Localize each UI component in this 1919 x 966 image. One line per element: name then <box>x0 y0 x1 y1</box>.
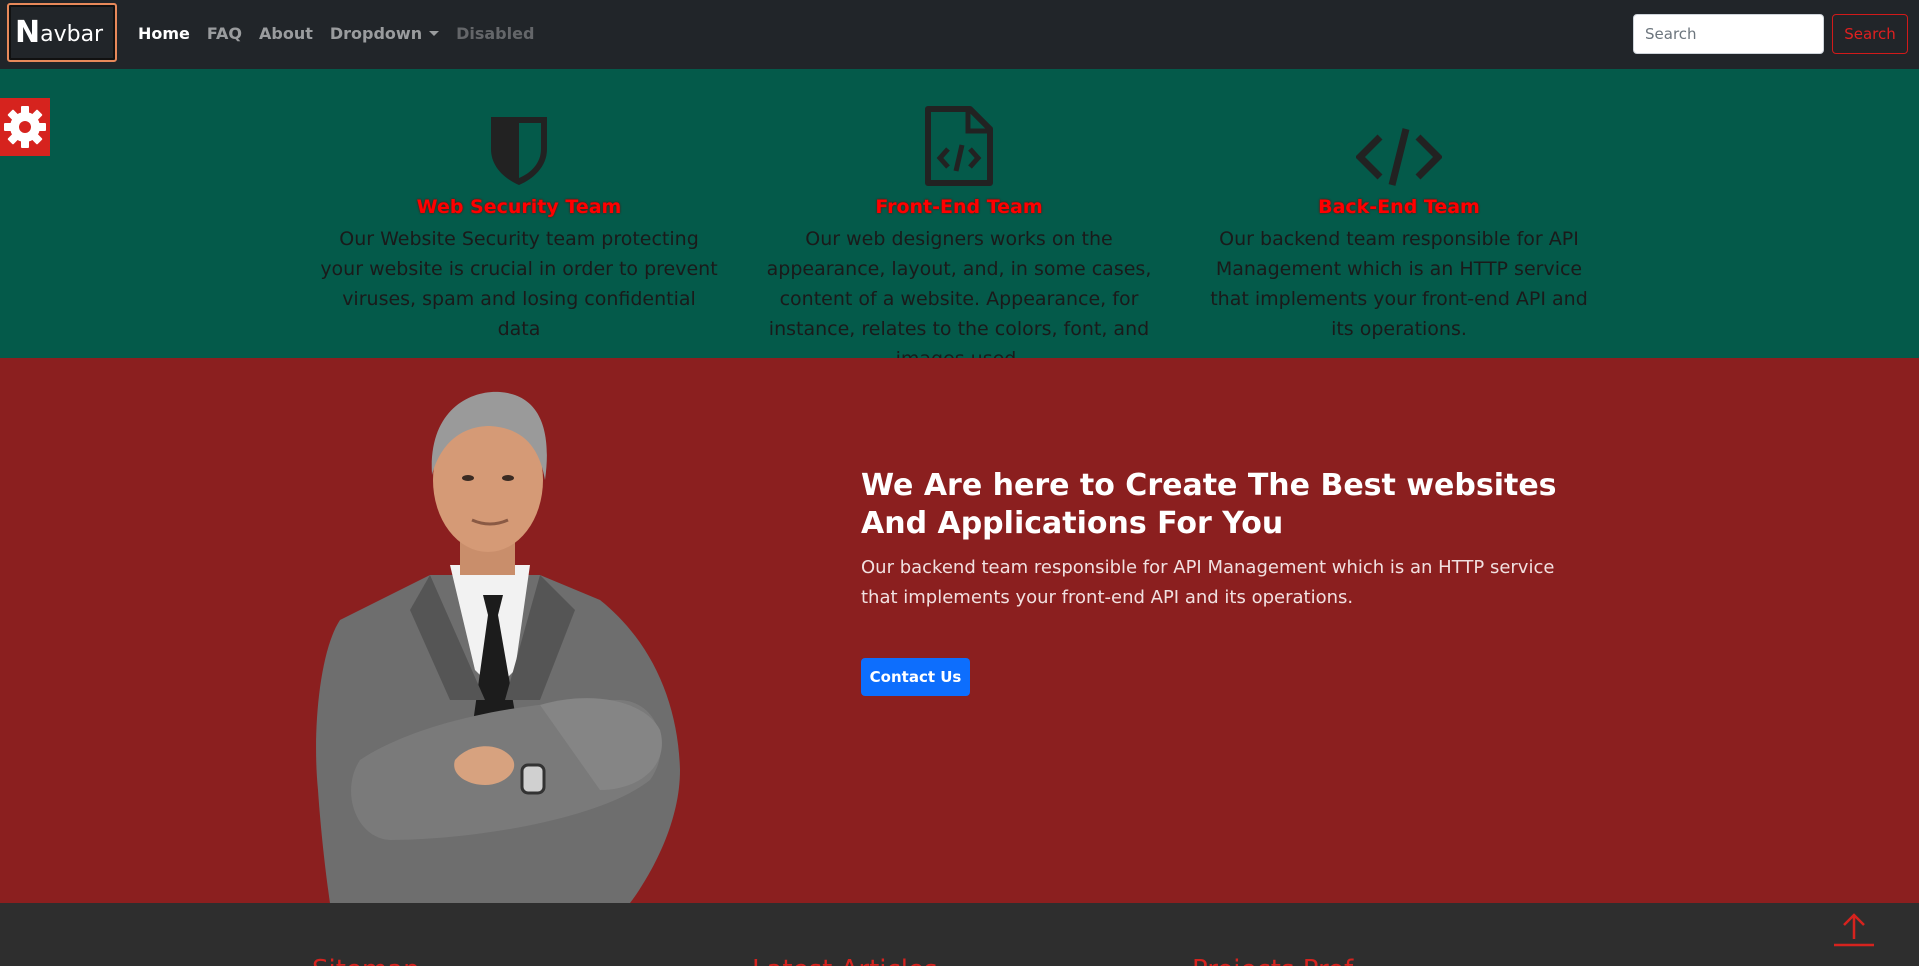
brand-text: avbar <box>40 22 104 47</box>
service-title: Back-End Team <box>1318 196 1480 218</box>
hero-section: We Are here to Create The Best websites … <box>0 358 1919 903</box>
arrow-up-icon <box>1834 913 1874 947</box>
nav-dropdown[interactable]: Dropdown <box>329 23 440 43</box>
nav-link-faq[interactable]: FAQ <box>207 24 242 43</box>
footer: Sitemap Latest Articles Projects Prof <box>0 903 1919 966</box>
navbar-brand[interactable]: Navbar <box>7 3 117 62</box>
nav-dropdown-label: Dropdown <box>329 23 423 43</box>
scroll-to-top-button[interactable] <box>1832 909 1876 949</box>
service-card-backend: Back-End Team Our backend team responsib… <box>1199 69 1599 344</box>
search-input[interactable] <box>1633 14 1824 54</box>
contact-us-button[interactable]: Contact Us <box>861 658 970 696</box>
nav-links: Home FAQ About Dropdown Disabled <box>138 0 551 66</box>
businessman-image <box>300 370 700 903</box>
service-title: Front-End Team <box>875 196 1043 218</box>
nav-link-about[interactable]: About <box>259 24 313 43</box>
gear-icon <box>4 106 46 148</box>
brand-initial: N <box>15 15 41 50</box>
service-card-frontend: Front-End Team Our web designers works o… <box>759 69 1159 374</box>
footer-heading-sitemap: Sitemap <box>312 955 420 966</box>
footer-heading-articles: Latest Articles <box>752 955 938 966</box>
shield-icon <box>319 69 719 187</box>
service-card-security: Web Security Team Our Website Security t… <box>319 69 719 344</box>
footer-heading-projects: Projects Prof <box>1192 955 1353 966</box>
service-description: Our web designers works on the appearanc… <box>766 228 1152 370</box>
search-button[interactable]: Search <box>1832 14 1908 54</box>
hero-description: Our backend team responsible for API Man… <box>861 557 1555 608</box>
service-description: Our backend team responsible for API Man… <box>1210 228 1588 340</box>
settings-toggle[interactable] <box>0 98 50 156</box>
service-title: Web Security Team <box>416 196 622 218</box>
file-code-icon <box>759 69 1159 187</box>
services-section: Web Security Team Our Website Security t… <box>0 69 1919 370</box>
hero-title: We Are here to Create The Best websites … <box>861 468 1557 541</box>
nav-link-home[interactable]: Home <box>138 24 190 43</box>
nav-link-disabled: Disabled <box>456 23 535 43</box>
service-description: Our Website Security team protecting you… <box>320 228 718 340</box>
caret-down-icon <box>429 30 440 36</box>
navbar: Navbar Home FAQ About Dropdown Disabled … <box>0 0 1919 69</box>
code-icon <box>1199 69 1599 187</box>
